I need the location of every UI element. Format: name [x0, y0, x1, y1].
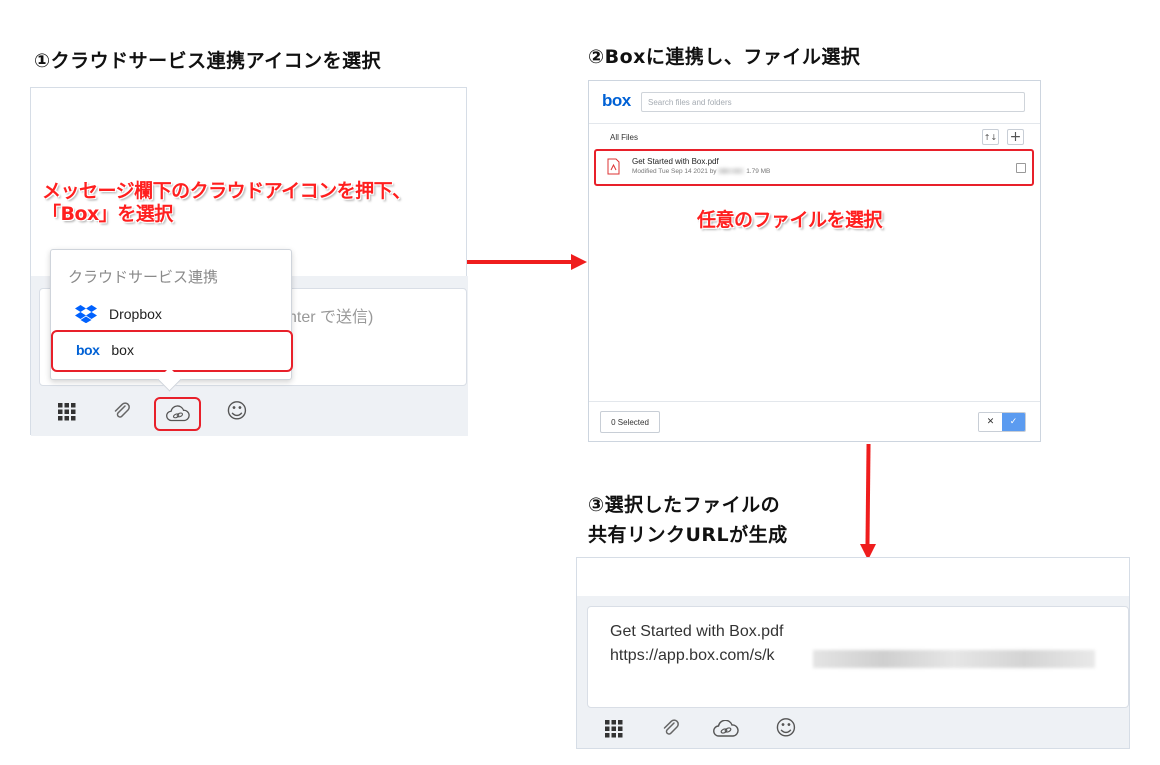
cloud-link-icon: [166, 403, 190, 425]
paperclip-icon[interactable]: [110, 400, 134, 424]
cancel-button[interactable]: ✕: [979, 413, 1002, 431]
file-name: Get Started with Box.pdf: [632, 157, 719, 166]
cloud-service-dropdown: クラウドサービス連携 Dropbox box box: [50, 249, 293, 380]
picker-actions: ✕ ✓: [978, 412, 1026, 432]
box-logo: box: [602, 91, 631, 110]
dropdown-item-label: box: [111, 342, 134, 358]
dropdown-header: クラウドサービス連携: [68, 268, 219, 286]
dropdown-item-box[interactable]: box box: [51, 330, 293, 372]
search-input[interactable]: Search files and folders: [641, 92, 1025, 112]
breadcrumb[interactable]: All Files: [610, 133, 638, 142]
file-meta: Modified Tue Sep 14 2021 by 1.79 MB: [632, 168, 770, 175]
add-button[interactable]: +: [1007, 129, 1024, 145]
dropdown-item-dropbox[interactable]: Dropbox: [75, 296, 315, 332]
flow-arrow-head: [571, 254, 587, 270]
panel2-annotation: 任意のファイルを選択: [697, 209, 883, 231]
shared-file-name: Get Started with Box.pdf: [610, 623, 784, 640]
emoji-icon[interactable]: ☺: [774, 716, 798, 740]
emoji-icon[interactable]: ☺: [225, 399, 249, 423]
cloud-link-button[interactable]: [154, 397, 201, 431]
chat-compose-result: Get Started with Box.pdf https://app.box…: [576, 557, 1130, 749]
file-select-checkbox[interactable]: [1016, 163, 1026, 173]
step2-title: ②Boxに連携し、ファイル選択: [588, 46, 861, 68]
dropbox-icon: [75, 305, 97, 323]
flow-arrow-shaft: [865, 443, 871, 548]
selected-count-button[interactable]: 0 Selected: [600, 411, 660, 433]
box-logo-icon: box: [76, 342, 100, 358]
dropdown-item-label: Dropbox: [109, 306, 162, 322]
grid-icon[interactable]: [602, 717, 626, 741]
paperclip-icon[interactable]: [659, 717, 683, 741]
sort-icon: ↑↓: [983, 132, 998, 142]
shared-link-url: https://app.box.com/s/k: [610, 647, 775, 664]
panel1-annotation-line2: 「Box」を選択: [42, 203, 173, 225]
compose-toolbar: ☺: [577, 708, 1129, 748]
step3-title-line1: ③選択したファイルの: [588, 494, 781, 516]
redacted-owner: [718, 168, 745, 175]
redacted-url: [813, 650, 1095, 668]
picker-header: box Search files and folders: [589, 81, 1040, 124]
file-size: 1.79 MB: [746, 168, 771, 175]
step3-title-line2: 共有リンクURLが生成: [588, 524, 788, 546]
message-input[interactable]: Get Started with Box.pdf https://app.box…: [587, 606, 1129, 708]
cloud-link-icon[interactable]: [711, 717, 741, 741]
confirm-button[interactable]: ✓: [1002, 413, 1025, 431]
pdf-file-icon: [607, 158, 620, 179]
sort-button[interactable]: ↑↓: [982, 129, 999, 145]
picker-footer: 0 Selected ✕ ✓: [589, 401, 1040, 442]
panel1-annotation-line1: メッセージ欄下のクラウドアイコンを押下、: [42, 180, 411, 202]
file-row[interactable]: Get Started with Box.pdf Modified Tue Se…: [594, 149, 1034, 186]
plus-icon: +: [1009, 129, 1022, 145]
compose-toolbar: ☺: [31, 388, 468, 436]
grid-icon[interactable]: [55, 400, 79, 424]
step1-title: ①クラウドサービス連携アイコンを選択: [34, 50, 382, 72]
flow-arrow-shaft: [467, 260, 573, 264]
file-meta-prefix: Modified Tue Sep 14 2021 by: [632, 168, 717, 175]
box-file-picker: box Search files and folders All Files ↑…: [588, 80, 1041, 442]
